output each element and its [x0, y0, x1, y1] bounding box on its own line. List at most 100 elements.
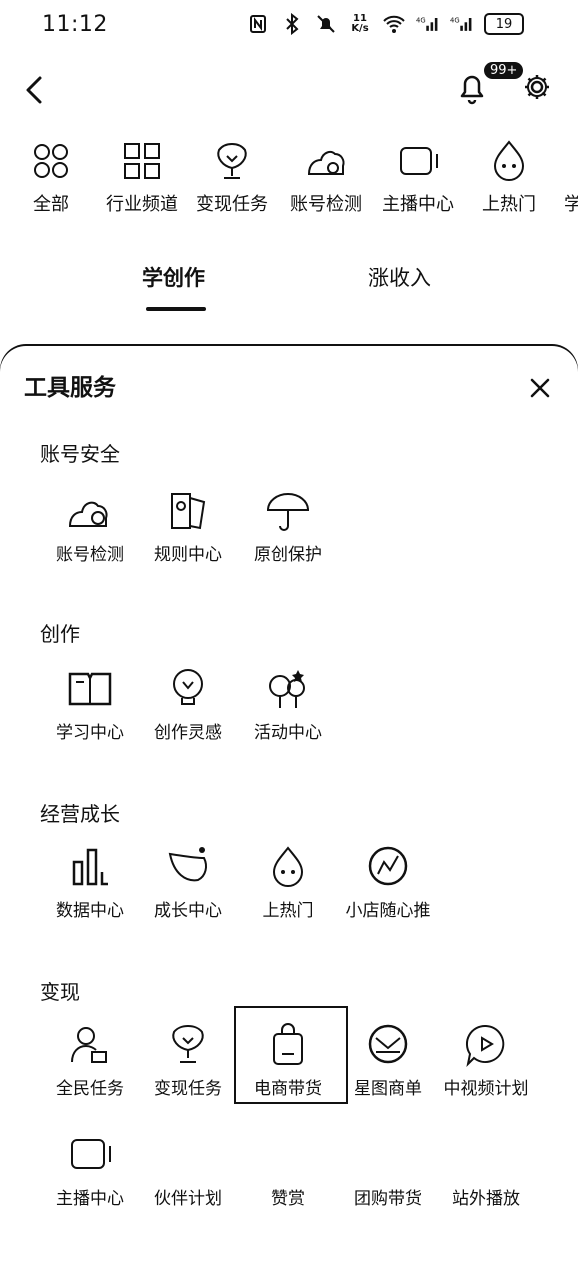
svg-text:4G: 4G: [416, 16, 426, 24]
quick-nav-monetize[interactable]: 变现任务: [196, 138, 268, 216]
tool-group-buy[interactable]: 团购带货: [338, 1130, 438, 1209]
status-icons: 11 K/s 4G 4G 19: [246, 12, 524, 36]
tool-label: 主播中心: [56, 1189, 124, 1209]
section-title-create: 创作: [40, 622, 80, 646]
trending-icon: [486, 138, 532, 184]
tool-services-sheet: 工具服务 账号安全 账号检测 规则中心 原创保护 创作 学习中心 创作灵感 活动…: [0, 346, 578, 1280]
tool-label: 活动中心: [254, 723, 322, 743]
quick-nav-trending[interactable]: 上热门: [482, 138, 536, 216]
rules-center-icon: [162, 486, 214, 536]
quick-nav-industry[interactable]: 行业频道: [106, 138, 178, 216]
tab-bar: 学创作 涨收入: [0, 256, 578, 316]
monetize-task-icon: [209, 138, 255, 184]
inspiration-bulb-icon: [162, 664, 214, 714]
quick-nav-label: 全部: [33, 194, 69, 215]
sheet-title: 工具服务: [24, 375, 116, 401]
tool-data-center[interactable]: 数据中心: [40, 842, 140, 921]
tab-increase-income[interactable]: 涨收入: [368, 262, 431, 292]
top-bar: 99+: [0, 56, 578, 128]
tool-label: 伙伴计划: [154, 1189, 222, 1209]
quick-nav-label: 行业频道: [106, 194, 178, 215]
signal-4g-icon: 4G: [450, 12, 474, 36]
tool-label: 团购带货: [354, 1189, 422, 1209]
tool-label: 数据中心: [56, 901, 124, 921]
account-check-icon: [64, 486, 116, 536]
quick-nav: 全部 行业频道 变现任务 账号检测 主播中心 上热门 学: [0, 138, 578, 228]
tool-label: 中视频计划: [443, 1079, 529, 1099]
tool-label: 学习中心: [56, 723, 124, 743]
tab-active-indicator: [146, 307, 206, 311]
anchor-center-icon: [395, 138, 441, 184]
quick-nav-label: 变现任务: [196, 194, 268, 215]
close-icon[interactable]: [528, 376, 552, 400]
settings-gear-icon[interactable]: [522, 72, 552, 102]
tool-label: 全民任务: [56, 1079, 124, 1099]
quick-nav-more[interactable]: 学: [564, 190, 578, 216]
tool-monetize-task[interactable]: 变现任务: [138, 1020, 238, 1099]
tool-shop-promote[interactable]: 小店随心推: [338, 842, 438, 921]
all-grid-icon: [28, 138, 74, 184]
status-bar: 11:12 11 K/s 4G 4G 19: [0, 0, 578, 56]
tool-label: 规则中心: [154, 545, 222, 565]
tool-label: 成长中心: [154, 901, 222, 921]
tool-icon-placeholder: [460, 1130, 512, 1180]
learning-center-icon: [64, 664, 116, 714]
shop-promote-icon: [362, 842, 414, 892]
quick-nav-label: 上热门: [482, 194, 536, 215]
tool-icon-placeholder: [162, 1130, 214, 1180]
battery-icon: 19: [484, 13, 524, 35]
tool-rules-center[interactable]: 规则中心: [138, 486, 238, 565]
data-center-icon: [64, 842, 116, 892]
tool-original-protection[interactable]: 原创保护: [238, 486, 338, 565]
selection-highlight: [234, 1006, 348, 1104]
tool-inspiration[interactable]: 创作灵感: [138, 664, 238, 743]
tool-icon-placeholder: [262, 1130, 314, 1180]
quick-nav-account-check[interactable]: 账号检测: [290, 138, 362, 216]
quick-nav-label: 学: [564, 194, 578, 215]
tool-label: 原创保护: [254, 545, 322, 565]
network-speed: 11 K/s: [351, 13, 369, 34]
tool-label: 变现任务: [154, 1079, 222, 1099]
tool-trending[interactable]: 上热门: [238, 842, 338, 921]
activity-center-icon: [262, 664, 314, 714]
tool-activity-center[interactable]: 活动中心: [238, 664, 338, 743]
tool-partner-plan[interactable]: 伙伴计划: [138, 1130, 238, 1209]
mid-video-icon: [460, 1020, 512, 1070]
section-title-monetize: 变现: [40, 980, 80, 1004]
tool-label: 上热门: [262, 901, 314, 921]
mute-bell-icon: [314, 12, 338, 36]
quick-nav-anchor[interactable]: 主播中心: [382, 138, 454, 216]
tool-label: 星图商单: [354, 1079, 422, 1099]
bluetooth-icon: [280, 12, 304, 36]
tool-anchor-center[interactable]: 主播中心: [40, 1130, 140, 1209]
tool-icon-placeholder: [362, 1130, 414, 1180]
quick-nav-all[interactable]: 全部: [28, 138, 74, 216]
tool-appreciation[interactable]: 赞赏: [238, 1130, 338, 1209]
anchor-center-icon: [64, 1130, 116, 1180]
signal-4g-icon: 4G: [416, 12, 440, 36]
quick-nav-label: 主播中心: [382, 194, 454, 215]
tool-growth-center[interactable]: 成长中心: [138, 842, 238, 921]
tool-label: 赞赏: [271, 1189, 305, 1209]
tool-mid-video[interactable]: 中视频计划: [436, 1020, 536, 1099]
tool-label: 站外播放: [452, 1189, 520, 1209]
tool-account-check[interactable]: 账号检测: [40, 486, 140, 565]
star-map-icon: [362, 1020, 414, 1070]
section-title-growth: 经营成长: [40, 802, 120, 826]
back-arrow-icon[interactable]: [18, 70, 50, 110]
wifi-icon: [382, 12, 406, 36]
tool-label: 账号检测: [56, 545, 124, 565]
industry-channel-icon: [119, 138, 165, 184]
tool-star-map[interactable]: 星图商单: [338, 1020, 438, 1099]
notification-badge: 99+: [484, 62, 524, 79]
tool-offsite-play[interactable]: 站外播放: [436, 1130, 536, 1209]
growth-center-icon: [162, 842, 214, 892]
tool-public-task[interactable]: 全民任务: [40, 1020, 140, 1099]
public-task-icon: [64, 1020, 116, 1070]
tab-learn-create[interactable]: 学创作: [142, 262, 205, 292]
tool-label: 小店随心推: [345, 901, 431, 921]
original-protection-icon: [262, 486, 314, 536]
tool-label: 创作灵感: [154, 723, 222, 743]
quick-nav-label: 账号检测: [290, 194, 362, 215]
tool-learning-center[interactable]: 学习中心: [40, 664, 140, 743]
